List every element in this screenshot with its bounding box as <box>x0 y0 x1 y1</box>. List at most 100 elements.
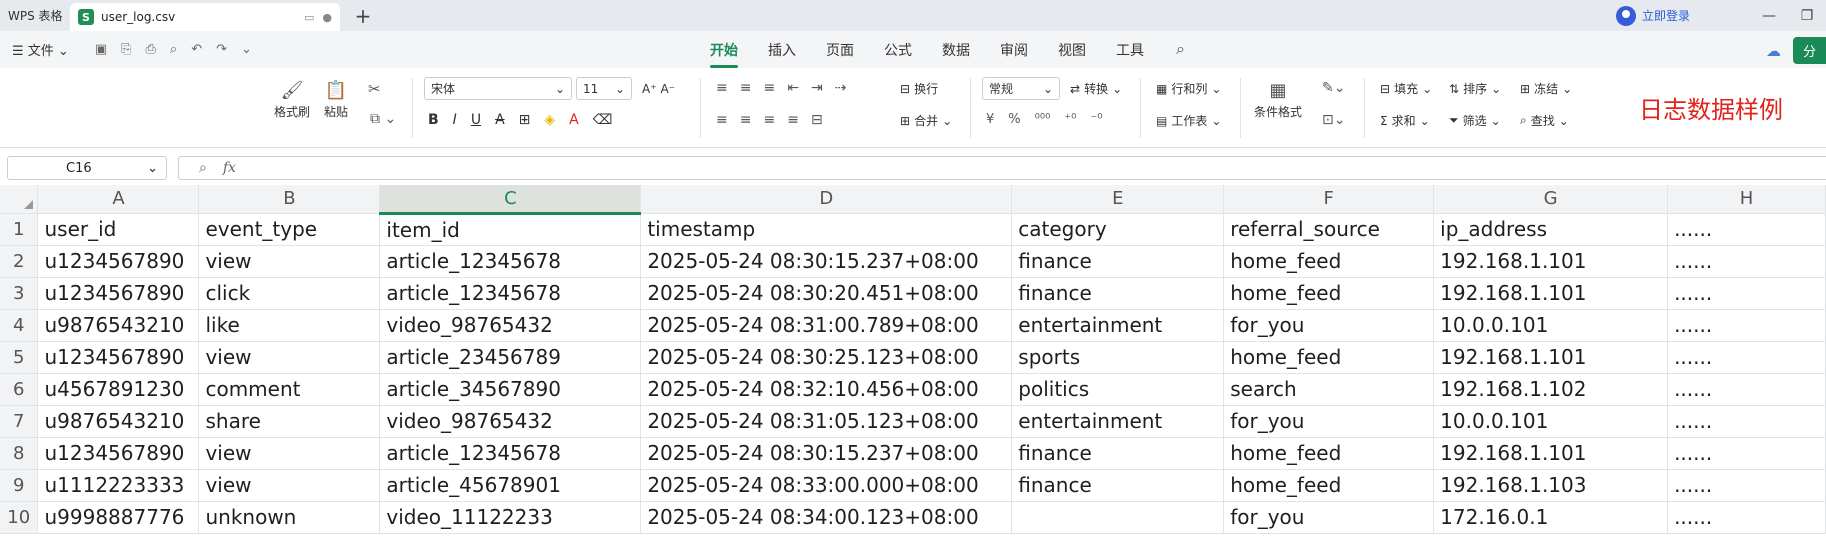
fill-color-icon[interactable]: ◈ <box>544 112 555 128</box>
column-header-a[interactable]: A <box>37 185 200 214</box>
export-icon[interactable]: ⎘ <box>121 42 131 57</box>
row-header[interactable]: 2 <box>0 245 39 278</box>
freeze-button[interactable]: ⊞ 冻结 ⌄ <box>1520 80 1572 97</box>
cloud-upload-icon[interactable]: ☁ <box>1766 42 1781 60</box>
font-color-icon[interactable]: A <box>569 112 579 128</box>
row-header[interactable]: 3 <box>0 277 39 310</box>
restore-icon[interactable]: ❐ <box>1788 8 1826 24</box>
cell[interactable]: comment <box>198 373 381 406</box>
cell[interactable]: article_12345678 <box>379 277 642 310</box>
cell[interactable]: 10.0.0.101 <box>1433 405 1669 438</box>
tab-1[interactable]: 插入 <box>768 40 796 60</box>
currency-icon[interactable]: ¥ <box>986 112 994 127</box>
column-header-d[interactable]: D <box>640 185 1013 214</box>
cell[interactable]: u1234567890 <box>37 277 200 310</box>
cell[interactable]: ...... <box>1667 245 1826 278</box>
cell[interactable]: 2025-05-24 08:34:00.123+08:00 <box>640 501 1013 534</box>
italic-icon[interactable]: I <box>453 112 457 128</box>
thousands-icon[interactable]: ⁰⁰⁰ <box>1035 112 1051 127</box>
cell[interactable] <box>1011 501 1225 534</box>
cell[interactable]: event_type <box>198 213 381 246</box>
cell[interactable]: entertainment <box>1011 309 1225 342</box>
fx-icon[interactable]: fx <box>223 160 236 176</box>
cell[interactable]: home_feed <box>1223 277 1435 310</box>
increase-font-icon[interactable]: A⁺ <box>642 82 657 96</box>
cell[interactable]: article_12345678 <box>379 437 642 470</box>
cell[interactable]: for_you <box>1223 501 1435 534</box>
cell[interactable]: item_id <box>379 213 642 246</box>
tab-7[interactable]: 工具 <box>1116 40 1144 60</box>
cell[interactable]: 192.168.1.101 <box>1433 341 1669 374</box>
cell[interactable]: click <box>198 277 381 310</box>
cell[interactable]: view <box>198 245 381 278</box>
cell[interactable]: ...... <box>1667 405 1826 438</box>
cell[interactable]: 2025-05-24 08:30:15.237+08:00 <box>640 437 1013 470</box>
cell[interactable]: 2025-05-24 08:31:00.789+08:00 <box>640 309 1013 342</box>
cell[interactable]: 192.168.1.102 <box>1433 373 1669 406</box>
border-icon[interactable]: ⊞ <box>519 112 531 128</box>
row-header[interactable]: 5 <box>0 341 39 374</box>
cell[interactable]: ...... <box>1667 469 1826 502</box>
percent-icon[interactable]: % <box>1008 112 1020 127</box>
cell[interactable]: 2025-05-24 08:30:15.237+08:00 <box>640 245 1013 278</box>
login-link[interactable]: 立即登录 <box>1615 5 1690 26</box>
decrease-font-icon[interactable]: A⁻ <box>661 82 676 96</box>
convert-button[interactable]: ⇄ 转换 ⌄ <box>1070 80 1122 97</box>
undo-icon[interactable]: ↶ <box>191 42 202 57</box>
cell[interactable]: video_98765432 <box>379 405 642 438</box>
cell[interactable]: ...... <box>1667 341 1826 374</box>
cell[interactable]: ...... <box>1667 437 1826 470</box>
cell[interactable]: search <box>1223 373 1435 406</box>
save-icon[interactable]: ▣ <box>95 42 107 57</box>
number-format-select[interactable]: 常规 ⌄ <box>982 77 1060 100</box>
column-header-f[interactable]: F <box>1223 185 1435 214</box>
cell[interactable]: u1234567890 <box>37 341 200 374</box>
cell[interactable]: view <box>198 469 381 502</box>
cell[interactable]: ...... <box>1667 213 1826 246</box>
cell[interactable]: 172.16.0.1 <box>1433 501 1669 534</box>
tab-dot-icon[interactable]: ● <box>322 11 332 24</box>
table-style-icon[interactable]: ⊡⌄ <box>1322 112 1345 128</box>
print-preview-icon[interactable]: ⌕ <box>170 42 177 57</box>
cell[interactable]: 2025-05-24 08:31:05.123+08:00 <box>640 405 1013 438</box>
cell[interactable]: home_feed <box>1223 469 1435 502</box>
cell[interactable]: u9998887776 <box>37 501 200 534</box>
cell[interactable]: ...... <box>1667 277 1826 310</box>
row-header[interactable]: 4 <box>0 309 39 342</box>
increase-decimal-icon[interactable]: ⁺⁰ <box>1064 112 1076 127</box>
cell[interactable]: finance <box>1011 469 1225 502</box>
cell[interactable]: category <box>1011 213 1225 246</box>
print-icon[interactable]: ⎙ <box>146 42 156 57</box>
name-box[interactable]: C16 ⌄ <box>7 156 167 180</box>
strikethrough-icon[interactable]: A <box>495 112 505 128</box>
new-tab-button[interactable]: + <box>348 0 378 31</box>
align-left-icon[interactable]: ≡ <box>716 112 728 128</box>
fill-button[interactable]: ⊟ 填充 ⌄ <box>1380 80 1432 97</box>
tab-4[interactable]: 数据 <box>942 40 970 60</box>
font-name-select[interactable]: 宋体 ⌄ <box>424 77 572 100</box>
window-icon[interactable]: ▭ <box>304 11 314 24</box>
row-header[interactable]: 7 <box>0 405 39 438</box>
cell[interactable]: unknown <box>198 501 381 534</box>
cell[interactable]: home_feed <box>1223 341 1435 374</box>
cell[interactable]: u1234567890 <box>37 245 200 278</box>
cell[interactable]: finance <box>1011 277 1225 310</box>
formula-input[interactable]: ⌕ fx <box>178 156 1826 180</box>
sort-button[interactable]: ⇅ 排序 ⌄ <box>1449 80 1501 97</box>
row-header[interactable]: 6 <box>0 373 39 406</box>
cell[interactable]: article_23456789 <box>379 341 642 374</box>
font-size-select[interactable]: 11 ⌄ <box>576 77 632 100</box>
merge-button[interactable]: ⊞ 合并 ⌄ <box>900 112 952 129</box>
chevron-down-icon[interactable]: ⌄ <box>241 42 252 57</box>
align-bottom-icon[interactable]: ≡ <box>763 80 775 96</box>
column-header-h[interactable]: H <box>1667 185 1826 214</box>
cell[interactable]: finance <box>1011 245 1225 278</box>
align-right-icon[interactable]: ≡ <box>763 112 775 128</box>
cell[interactable]: like <box>198 309 381 342</box>
row-header[interactable]: 1 <box>0 213 39 246</box>
cell[interactable]: ...... <box>1667 309 1826 342</box>
cell[interactable]: 10.0.0.101 <box>1433 309 1669 342</box>
cell[interactable]: share <box>198 405 381 438</box>
cell[interactable]: 192.168.1.101 <box>1433 245 1669 278</box>
cell[interactable]: for_you <box>1223 309 1435 342</box>
